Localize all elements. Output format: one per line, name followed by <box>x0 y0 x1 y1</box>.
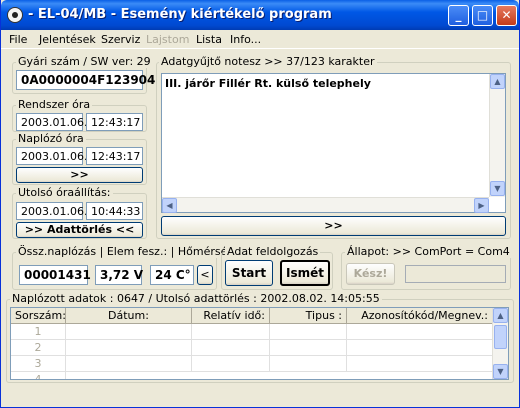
notebook-label: Adatgyűjtő notesz >> 37/123 karakter <box>159 55 377 68</box>
scroll-thumb[interactable] <box>494 325 507 349</box>
menu-reports[interactable]: Jelentések <box>39 33 96 46</box>
table-vscrollbar[interactable]: ▲ ▼ <box>492 308 508 379</box>
system-clock-label: Rendszer óra <box>16 98 93 111</box>
maximize-button[interactable]: □ <box>472 5 493 26</box>
serial-number-field: 0A0000004F123904 <box>16 70 155 90</box>
total-logs-field: 00001431 <box>19 265 91 285</box>
table-row-index: 1 <box>11 324 66 340</box>
column-header-relative-time[interactable]: Relatív idő: <box>192 308 270 324</box>
start-button[interactable]: Start <box>225 260 273 286</box>
log-table[interactable]: Sorszám: Dátum: Relatív idő: Tipus : Azo… <box>10 307 509 380</box>
delete-data-button[interactable]: >> Adattörlés << <box>16 222 143 238</box>
menu-bar: File Jelentések Szerviz Lajstom Lista In… <box>1 30 519 49</box>
table-row-index: 4 <box>11 372 66 379</box>
notebook-textarea[interactable]: III. járőr Fillér Rt. külső telephely ▲ … <box>161 73 506 213</box>
table-cell <box>270 340 347 356</box>
last-set-label: Utolsó óraállítás: <box>16 186 113 199</box>
temperature-field: 24 C° <box>150 265 194 285</box>
menu-service[interactable]: Szerviz <box>101 33 140 46</box>
notebook-expand-button[interactable]: >> <box>161 216 506 236</box>
table-cell <box>66 324 192 340</box>
system-time-field: 12:43:17 <box>86 113 143 131</box>
table-cell <box>347 340 493 356</box>
title-bar[interactable]: - EL-04/MB - Esemény kiértékelő program … <box>1 0 519 30</box>
progress-bar <box>405 265 506 283</box>
last-set-date-field: 2003.01.06. <box>16 202 87 220</box>
logger-time-field: 12:43:17 <box>86 147 143 165</box>
repeat-button[interactable]: Ismét <box>280 260 330 286</box>
state-label: Állapot: >> ComPort = Com4 <box>345 245 512 258</box>
scroll-left-arrow-icon[interactable]: ◀ <box>162 198 177 213</box>
table-row-index: 2 <box>11 340 66 356</box>
menu-list[interactable]: Lista <box>196 33 222 46</box>
column-header-date[interactable]: Dátum: <box>66 308 192 324</box>
chevron-left-icon[interactable]: < <box>197 265 213 285</box>
last-set-time-field: 10:44:33 <box>86 202 143 220</box>
menu-file[interactable]: File <box>9 33 27 46</box>
window-title: - EL-04/MB - Esemény kiértékelő program <box>28 7 332 22</box>
scroll-down-arrow-icon[interactable]: ▼ <box>490 181 505 196</box>
scroll-up-arrow-icon[interactable]: ▲ <box>490 74 505 89</box>
processing-label: Adat feldolgozás <box>225 245 321 258</box>
scroll-right-arrow-icon[interactable]: ▶ <box>474 198 489 213</box>
menu-info[interactable]: Info... <box>230 33 261 46</box>
logger-clock-button[interactable]: >> <box>16 167 143 183</box>
serial-label: Gyári szám / SW ver: 29 <box>16 55 153 68</box>
table-cell <box>270 324 347 340</box>
main-window: - EL-04/MB - Esemény kiértékelő program … <box>0 0 520 408</box>
close-button[interactable]: ✕ <box>496 5 517 26</box>
table-cell <box>347 324 493 340</box>
column-header-index[interactable]: Sorszám: <box>11 308 66 324</box>
battery-voltage-field: 3,72 V <box>95 265 143 285</box>
table-row-index: 3 <box>11 356 66 372</box>
table-cell <box>347 356 493 372</box>
table-cell <box>270 356 347 372</box>
table-cell <box>192 324 270 340</box>
column-header-id-name[interactable]: Azonosítókód/Megnev.: <box>347 308 493 324</box>
logger-clock-label: Naplózó óra <box>16 132 86 145</box>
log-summary-label: Naplózott adatok : 0647 / Utolsó adattör… <box>10 292 382 305</box>
notebook-vscrollbar[interactable]: ▲ ▼ <box>489 74 505 197</box>
system-date-field: 2003.01.06. <box>16 113 87 131</box>
menu-register: Lajstom <box>146 33 190 46</box>
table-cell <box>66 356 192 372</box>
scroll-up-arrow-icon[interactable]: ▲ <box>493 308 508 323</box>
logger-date-field: 2003.01.06. <box>16 147 87 165</box>
table-cell <box>66 340 192 356</box>
notebook-text: III. járőr Fillér Rt. külső telephely <box>165 77 371 90</box>
table-cell <box>192 356 270 372</box>
minimize-button[interactable]: _ <box>448 5 469 26</box>
table-cell <box>192 340 270 356</box>
notebook-hscrollbar[interactable]: ◀ ▶ <box>162 197 489 213</box>
ready-button: Kész! <box>346 263 395 285</box>
column-header-type[interactable]: Tipus : <box>270 308 347 324</box>
status-label: Össz.naplózás | Elem fesz.: | Hőmérsékle… <box>16 245 250 258</box>
eye-icon[interactable] <box>7 7 23 23</box>
scroll-down-arrow-icon[interactable]: ▼ <box>493 364 508 379</box>
